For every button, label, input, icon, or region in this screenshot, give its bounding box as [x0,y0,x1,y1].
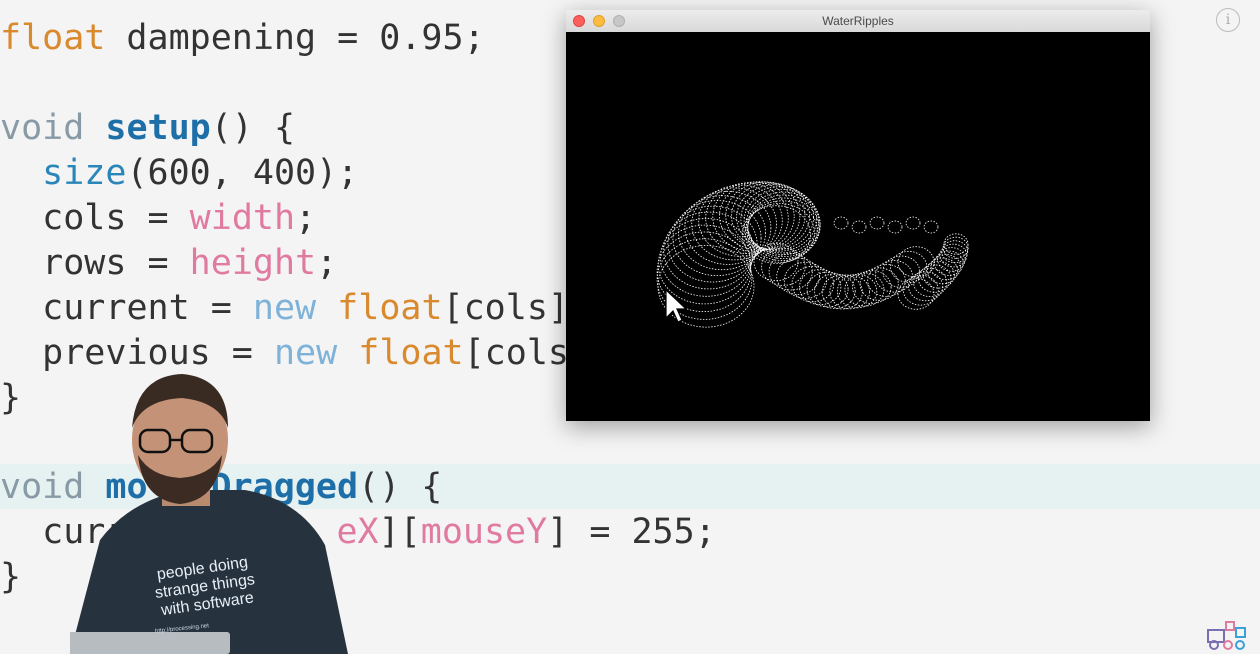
minimize-button[interactable] [593,15,605,27]
code-token: void [0,108,85,148]
code-token: new [273,333,338,373]
coding-train-logo-icon [1207,621,1246,650]
code-token: ; [316,243,338,283]
code-token: ; [295,198,317,238]
code-token: width [189,198,296,238]
code-token: previous = [42,333,274,373]
code-token: new [252,288,317,328]
code-token: () { [358,467,443,507]
code-token: size [42,153,127,193]
window-title: WaterRipples [822,14,894,28]
window-titlebar[interactable]: WaterRipples [566,10,1150,33]
code-token: (600, 400); [126,153,359,193]
code-token: current = [42,288,253,328]
code-token: () { [210,108,296,148]
close-button[interactable] [573,15,585,27]
code-token: dampening = 0.95; [105,18,485,58]
code-token: ] = 255; [547,512,716,552]
code-token: cols = [42,198,190,238]
zoom-button[interactable] [613,15,625,27]
code-token: float [0,18,106,58]
code-token: ][ [378,512,421,552]
code-token: float [358,333,464,373]
code-token: float [337,288,443,328]
code-token: [cols [463,333,569,373]
info-icon[interactable]: i [1216,8,1240,32]
sketch-canvas[interactable] [566,32,1150,421]
code-token: [cols] [442,288,569,328]
code-token: height [189,243,317,283]
code-token: mouseY [420,512,548,552]
code-token: rows = [42,243,190,283]
code-token: setup [105,108,211,148]
sketch-window[interactable]: WaterRipples [566,10,1150,421]
